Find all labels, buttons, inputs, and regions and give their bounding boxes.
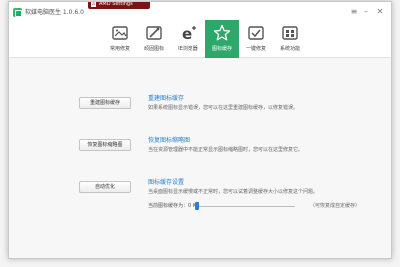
section-description: 当桌面图标显示缓慢或不正常时，您可以试着调整缓存大小以修复这个问题。	[148, 189, 319, 195]
section-description: 如果系统图标显示错误，您可以在这里重建图标缓存，以修复错误。	[148, 105, 299, 111]
amd-logo-icon: a	[91, 1, 96, 7]
slider-thumb[interactable]	[195, 202, 199, 210]
app-window: 软媒电脑医生 1.0.6.0 a AMD Settings ≡ – ✕ 常用修复…	[8, 1, 392, 259]
brush-icon	[146, 26, 162, 40]
tab-label: 顽固图标	[143, 46, 164, 52]
restore-thumbnails-button[interactable]: 恢复图标缩略图	[79, 139, 131, 151]
apps-icon	[282, 26, 298, 40]
tab-stubborn-icons[interactable]: 顽固图标	[137, 20, 171, 58]
tab-icon-cache[interactable]: 图标缓存	[205, 20, 239, 58]
tab-ie-browser[interactable]: e IE浏览器	[171, 20, 205, 58]
cache-size-label: 当前图标缓存为：0 KB	[148, 203, 200, 209]
section-description: 当在资源管理器中不能正常显示图标缩略图时，您可以在这里修复它。	[148, 147, 304, 153]
main-content: 重建图标缓存 重建图标缓存 如果系统图标显示错误，您可以在这里重建图标缓存，以修…	[9, 59, 391, 258]
ie-icon: e	[182, 25, 196, 42]
tab-label: IE浏览器	[178, 46, 198, 52]
tab-common-repair[interactable]: 常用修复	[103, 20, 137, 58]
tab-one-click-repair[interactable]: 一键修复	[239, 20, 273, 58]
section-title: 图标缓存设置	[148, 179, 185, 186]
tab-label: 系统功能	[279, 46, 300, 52]
section-title: 重建图标缓存	[148, 95, 185, 102]
minimize-button[interactable]: –	[361, 7, 371, 17]
svg-text:e: e	[182, 25, 192, 42]
tab-label: 常用修复	[109, 46, 130, 52]
tab-system-functions[interactable]: 系统功能	[273, 20, 307, 58]
repair-icon	[248, 26, 264, 40]
star-icon	[213, 24, 231, 41]
auto-optimize-button[interactable]: 自动优化	[79, 181, 131, 193]
close-button[interactable]: ✕	[375, 7, 385, 17]
tab-label: 图标缓存	[211, 46, 232, 52]
cache-size-slider[interactable]	[195, 206, 295, 207]
rebuild-icon-cache-button[interactable]: 重建图标缓存	[79, 97, 131, 109]
menu-icon[interactable]: ≡	[349, 7, 359, 17]
amd-settings-title: AMD Settings	[99, 1, 133, 7]
window-title: 软媒电脑医生 1.0.6.0	[25, 9, 84, 16]
image-icon	[112, 26, 128, 40]
app-logo-icon	[13, 8, 22, 17]
window-header: 软媒电脑医生 1.0.6.0 a AMD Settings ≡ – ✕ 常用修复…	[9, 2, 391, 58]
tab-label: 一键修复	[245, 46, 266, 52]
section-title: 恢复图标缩略图	[148, 137, 191, 144]
cache-hint: （可恢复成自定缓存）	[310, 203, 361, 209]
